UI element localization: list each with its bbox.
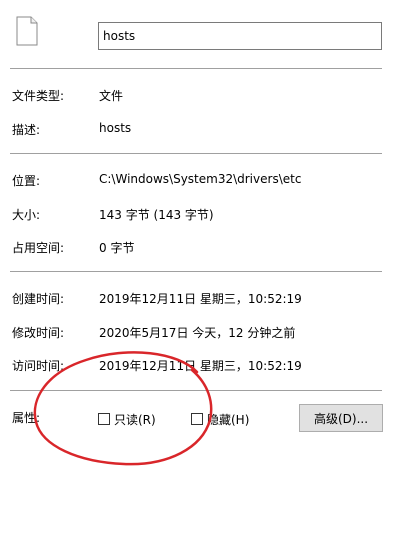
size-on-disk-label: 占用空间: [12,241,65,255]
readonly-checkbox[interactable] [98,413,110,425]
accessed-value: 2019年12月11日 星期三，10:52:19 [99,359,302,373]
document-icon [16,16,38,46]
separator [10,68,382,69]
filename-input[interactable] [98,22,382,50]
annotation-circle [33,351,213,466]
separator [10,153,382,154]
created-value: 2019年12月11日 星期三，10:52:19 [99,292,302,306]
size-on-disk-value: 0 字节 [99,241,135,255]
hidden-label[interactable]: 隐藏(H) [207,411,249,428]
location-label: 位置: [12,174,41,188]
location-value: C:\Windows\System32\drivers\etc [99,172,302,186]
description-value: hosts [99,121,132,135]
description-label: 描述: [12,123,41,137]
attributes-label: 属性: [12,411,41,425]
separator [10,271,382,272]
size-label: 大小: [12,208,41,222]
advanced-button[interactable]: 高级(D)... [299,404,383,432]
file-type-label: 文件类型: [12,89,65,103]
file-type-value: 文件 [99,89,124,103]
readonly-label[interactable]: 只读(R) [114,411,156,428]
separator [10,390,382,391]
created-label: 创建时间: [12,292,65,306]
modified-label: 修改时间: [12,326,65,340]
size-value: 143 字节 (143 字节) [99,208,214,222]
hidden-checkbox[interactable] [191,413,203,425]
modified-value: 2020年5月17日 今天，12 分钟之前 [99,326,296,340]
accessed-label: 访问时间: [12,359,65,373]
